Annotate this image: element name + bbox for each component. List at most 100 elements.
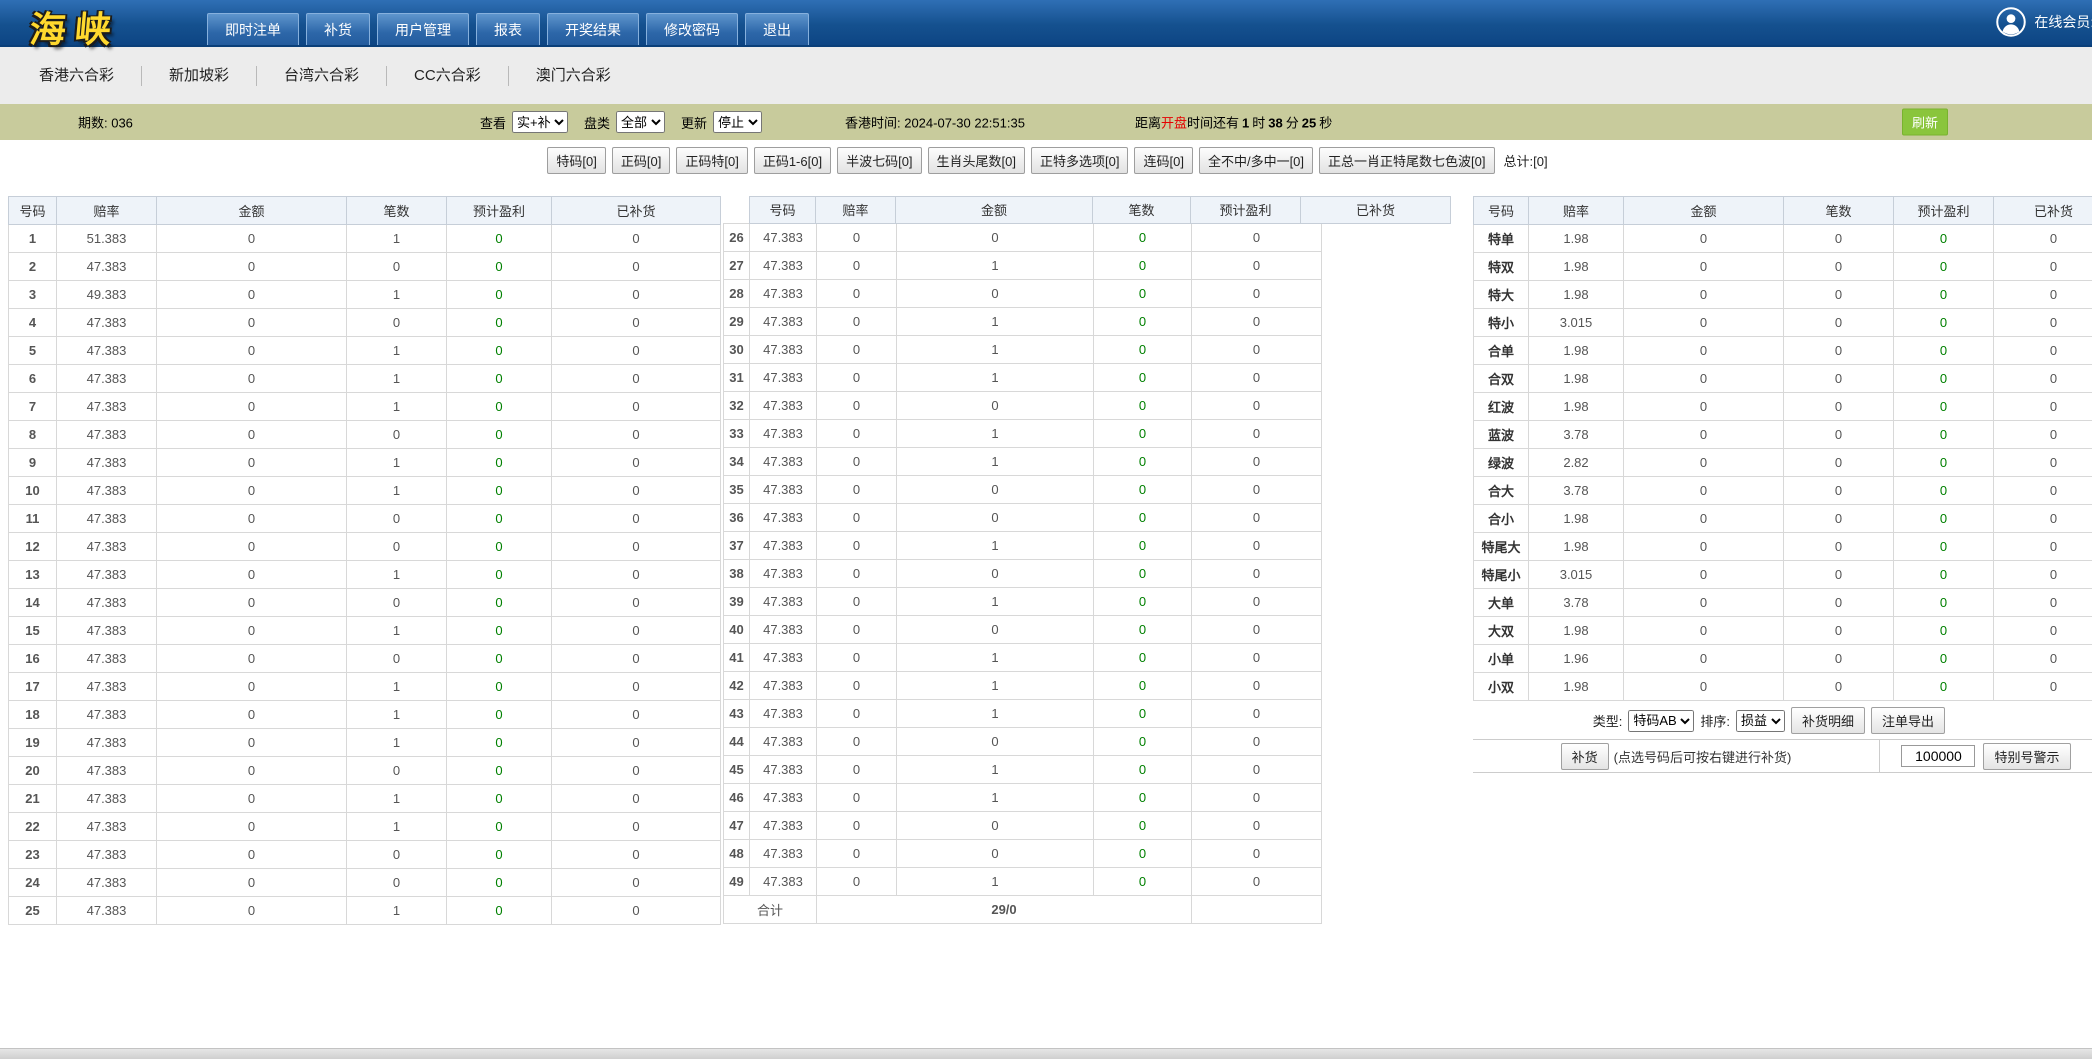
number-cell[interactable]: 24 [9,869,57,897]
bet-label-cell[interactable]: 合小 [1474,505,1529,533]
top-nav-button[interactable]: 退出 [745,13,809,45]
number-cell[interactable]: 4 [9,309,57,337]
top-nav-button[interactable]: 开奖结果 [547,13,639,45]
bet-type-filter-button[interactable]: 全不中/多中一[0] [1199,147,1313,174]
number-cell[interactable]: 23 [9,841,57,869]
number-cell[interactable]: 32 [724,392,750,420]
number-cell[interactable]: 37 [724,532,750,560]
replenish-detail-button[interactable]: 补货明细 [1791,707,1865,734]
number-cell[interactable]: 42 [724,672,750,700]
number-cell[interactable]: 22 [9,813,57,841]
bet-label-cell[interactable]: 绿波 [1474,449,1529,477]
refresh-button[interactable]: 刷新 [1902,109,1948,136]
lottery-tab[interactable]: 澳门六合彩 [509,66,638,86]
bet-type-filter-button[interactable]: 特码[0] [547,147,605,174]
number-cell[interactable]: 17 [9,673,57,701]
type-select[interactable]: 特码AB [1628,710,1694,732]
number-cell[interactable]: 36 [724,504,750,532]
bet-type-filter-button[interactable]: 正特多选项[0] [1031,147,1128,174]
lottery-tab[interactable]: 香港六合彩 [12,66,142,86]
number-cell[interactable]: 15 [9,617,57,645]
number-cell[interactable]: 13 [9,561,57,589]
number-cell[interactable]: 44 [724,728,750,756]
number-cell[interactable]: 40 [724,616,750,644]
top-nav-button[interactable]: 即时注单 [207,13,299,45]
top-nav-button[interactable]: 用户管理 [377,13,469,45]
number-cell[interactable]: 14 [9,589,57,617]
number-cell[interactable]: 49 [724,868,750,896]
number-cell[interactable]: 1 [9,225,57,253]
bet-label-cell[interactable]: 小单 [1474,645,1529,673]
lottery-tab[interactable]: CC六合彩 [387,66,509,86]
number-cell[interactable]: 7 [9,393,57,421]
bet-label-cell[interactable]: 大双 [1474,617,1529,645]
number-cell[interactable]: 11 [9,505,57,533]
number-cell[interactable]: 45 [724,756,750,784]
bet-label-cell[interactable]: 合双 [1474,365,1529,393]
bet-label-cell[interactable]: 特尾大 [1474,533,1529,561]
number-cell[interactable]: 27 [724,252,750,280]
replenish-button[interactable]: 补货 [1561,743,1609,770]
number-cell[interactable]: 19 [9,729,57,757]
bet-label-cell[interactable]: 小双 [1474,673,1529,701]
top-nav-button[interactable]: 补货 [306,13,370,45]
number-cell[interactable]: 3 [9,281,57,309]
bet-label-cell[interactable]: 特单 [1474,225,1529,253]
number-cell[interactable]: 26 [724,224,750,252]
number-cell[interactable]: 29 [724,308,750,336]
number-cell[interactable]: 34 [724,448,750,476]
number-cell[interactable]: 20 [9,757,57,785]
export-orders-button[interactable]: 注单导出 [1871,707,1945,734]
bet-type-filter-button[interactable]: 正码特[0] [676,147,747,174]
bet-label-cell[interactable]: 合单 [1474,337,1529,365]
number-cell[interactable]: 38 [724,560,750,588]
bet-label-cell[interactable]: 红波 [1474,393,1529,421]
lottery-tab[interactable]: 台湾六合彩 [257,66,387,86]
number-cell[interactable]: 8 [9,421,57,449]
bet-label-cell[interactable]: 蓝波 [1474,421,1529,449]
board-select[interactable]: 全部 [616,111,665,133]
bet-label-cell[interactable]: 特尾小 [1474,561,1529,589]
warn-amount-input[interactable] [1901,745,1975,767]
bet-label-cell[interactable]: 特小 [1474,309,1529,337]
top-nav-button[interactable]: 修改密码 [646,13,738,45]
sort-select[interactable]: 损益 [1736,710,1785,732]
number-cell[interactable]: 30 [724,336,750,364]
number-cell[interactable]: 47 [724,812,750,840]
view-select[interactable]: 实+补 [512,111,568,133]
number-cell[interactable]: 2 [9,253,57,281]
number-cell[interactable]: 48 [724,840,750,868]
bet-label-cell[interactable]: 特大 [1474,281,1529,309]
bet-label-cell[interactable]: 大单 [1474,589,1529,617]
special-number-warn-button[interactable]: 特别号警示 [1983,743,2070,770]
number-cell[interactable]: 16 [9,645,57,673]
bet-type-filter-button[interactable]: 正总一肖正特尾数七色波[0] [1319,147,1494,174]
number-cell[interactable]: 28 [724,280,750,308]
bet-type-filter-button[interactable]: 正码1-6[0] [754,147,831,174]
number-cell[interactable]: 43 [724,700,750,728]
bet-type-filter-button[interactable]: 生肖头尾数[0] [928,147,1025,174]
bet-type-filter-button[interactable]: 半波七码[0] [837,147,921,174]
bet-label-cell[interactable]: 特双 [1474,253,1529,281]
number-cell[interactable]: 21 [9,785,57,813]
bet-type-filter-button[interactable]: 连码[0] [1134,147,1192,174]
bet-type-filter-button[interactable]: 正码[0] [612,147,670,174]
number-cell[interactable]: 10 [9,477,57,505]
lottery-tab[interactable]: 新加坡彩 [142,66,257,86]
update-select[interactable]: 停止 [713,111,762,133]
number-cell[interactable]: 31 [724,364,750,392]
number-cell[interactable]: 5 [9,337,57,365]
number-cell[interactable]: 41 [724,644,750,672]
number-cell[interactable]: 25 [9,897,57,925]
number-cell[interactable]: 6 [9,365,57,393]
horizontal-scrollbar[interactable] [0,1048,2092,1059]
number-cell[interactable]: 33 [724,420,750,448]
number-cell[interactable]: 18 [9,701,57,729]
number-cell[interactable]: 39 [724,588,750,616]
number-cell[interactable]: 12 [9,533,57,561]
number-cell[interactable]: 35 [724,476,750,504]
bet-label-cell[interactable]: 合大 [1474,477,1529,505]
number-cell[interactable]: 9 [9,449,57,477]
number-cell[interactable]: 46 [724,784,750,812]
top-nav-button[interactable]: 报表 [476,13,540,45]
